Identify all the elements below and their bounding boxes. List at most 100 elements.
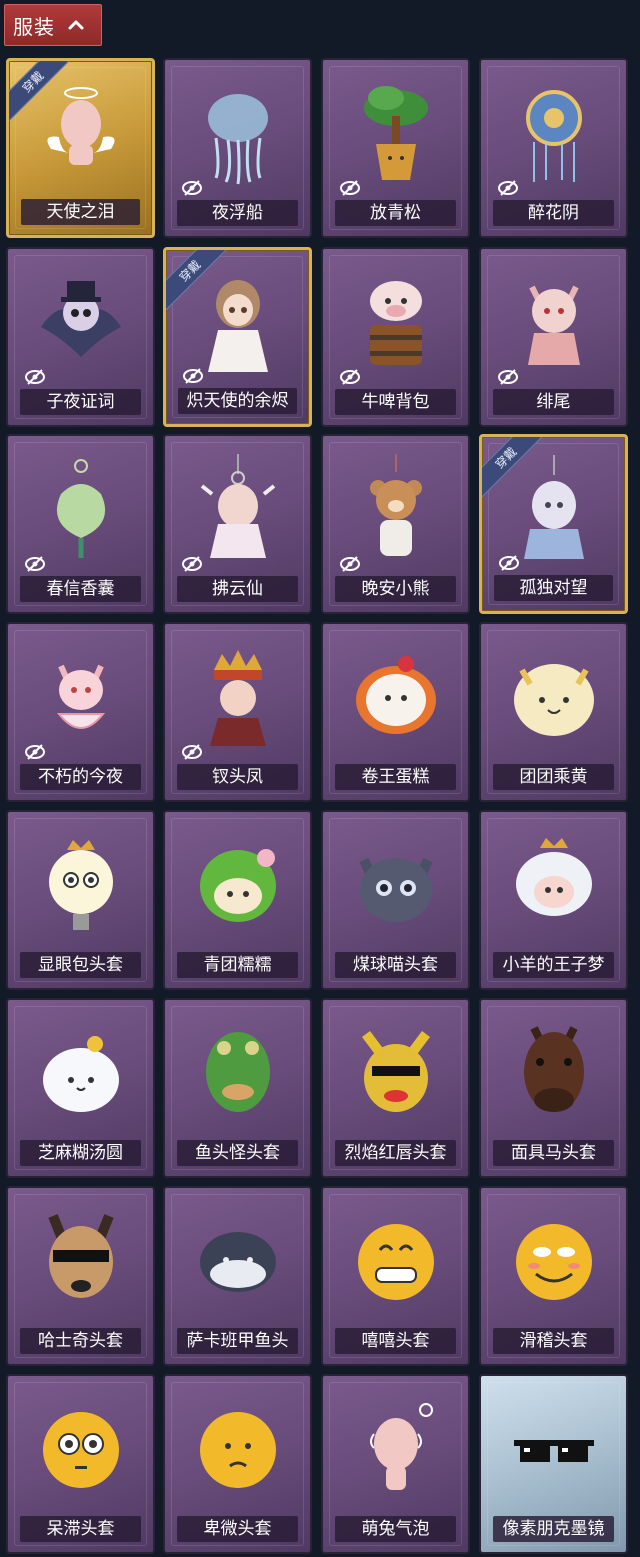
fox-icon xyxy=(527,285,580,365)
costume-card[interactable]: 穿戴天使之泪 xyxy=(6,58,155,238)
costume-card[interactable]: 萨卡班甲鱼头 xyxy=(163,1186,312,1366)
costume-name: 醉花阴 xyxy=(493,200,614,226)
costume-card[interactable]: 哈士奇头套 xyxy=(6,1186,155,1366)
costume-name: 青团糯糯 xyxy=(177,952,298,978)
eye-slash-icon[interactable] xyxy=(497,369,519,385)
costume-name: 呆滞头套 xyxy=(20,1516,141,1542)
eye-slash-icon[interactable] xyxy=(339,180,361,196)
costume-card[interactable]: 放青松 xyxy=(321,58,470,238)
dumpling-icon xyxy=(42,1036,119,1112)
costume-name: 孤独对望 xyxy=(494,575,613,601)
charm-icon xyxy=(200,454,275,558)
costume-card[interactable]: 滑稽头套 xyxy=(479,1186,628,1366)
yellowhead-icon xyxy=(513,664,594,736)
costume-card[interactable]: 牛啤背包 xyxy=(321,247,470,427)
costume-name: 拂云仙 xyxy=(177,576,298,602)
costume-name: 芝麻糊汤圆 xyxy=(20,1140,141,1166)
costume-name: 滑稽头套 xyxy=(493,1328,614,1354)
crown-icon xyxy=(209,650,266,746)
costume-name: 晚安小熊 xyxy=(335,576,456,602)
cake-icon xyxy=(355,656,436,734)
eye-slash-icon[interactable] xyxy=(181,556,203,572)
equipped-badge: 穿戴 xyxy=(166,250,230,314)
costume-card[interactable]: 像素朋克墨镜 xyxy=(479,1374,628,1554)
costume-name: 绯尾 xyxy=(493,389,614,415)
costume-card[interactable]: 青团糯糯 xyxy=(163,810,312,990)
costume-name: 天使之泪 xyxy=(21,199,140,225)
costume-name: 煤球喵头套 xyxy=(335,952,456,978)
costume-name: 团团乘黄 xyxy=(493,764,614,790)
costume-card[interactable]: 嘻嘻头套 xyxy=(321,1186,470,1366)
costume-card[interactable]: 呆滞头套 xyxy=(6,1374,155,1554)
costume-card[interactable]: 萌兔气泡 xyxy=(321,1374,470,1554)
dog-icon xyxy=(47,1214,114,1298)
eye-slash-icon[interactable] xyxy=(339,369,361,385)
blackfish-icon xyxy=(199,1232,276,1292)
cow-icon xyxy=(369,281,422,365)
grin-icon xyxy=(357,1224,434,1300)
costume-name: 不朽的今夜 xyxy=(20,764,141,790)
costume-card[interactable]: 醉花阴 xyxy=(479,58,628,238)
eye-slash-icon[interactable] xyxy=(498,555,520,571)
costume-card[interactable]: 团团乘黄 xyxy=(479,622,628,802)
jellyfish-icon xyxy=(207,94,268,185)
costume-card[interactable]: 绯尾 xyxy=(479,247,628,427)
costume-name: 炽天使的余烬 xyxy=(178,388,297,414)
eye-slash-icon[interactable] xyxy=(24,556,46,572)
glasses-icon xyxy=(513,1440,594,1462)
costume-card[interactable]: 烈焰红唇头套 xyxy=(321,998,470,1178)
costume-card[interactable]: 面具马头套 xyxy=(479,998,628,1178)
costume-card[interactable]: 芝麻糊汤圆 xyxy=(6,998,155,1178)
eye-slash-icon[interactable] xyxy=(339,556,361,572)
costume-name: 萌兔气泡 xyxy=(335,1516,456,1542)
stare-icon xyxy=(42,1412,119,1488)
costume-name: 哈士奇头套 xyxy=(20,1328,141,1354)
fish-icon xyxy=(205,1032,270,1112)
costume-card[interactable]: 鱼头怪头套 xyxy=(163,998,312,1178)
bulb-icon xyxy=(48,840,113,930)
costume-card[interactable]: 夜浮船 xyxy=(163,58,312,238)
costume-card[interactable]: 穿戴炽天使的余烬 xyxy=(163,247,312,427)
costume-card[interactable]: 子夜证词 xyxy=(6,247,155,427)
costume-card[interactable]: 煤球喵头套 xyxy=(321,810,470,990)
costume-card[interactable]: 钗头凤 xyxy=(163,622,312,802)
costume-name: 子夜证词 xyxy=(20,389,141,415)
costume-name: 卑微头套 xyxy=(177,1516,298,1542)
eye-slash-icon[interactable] xyxy=(181,744,203,760)
costume-name: 夜浮船 xyxy=(177,200,298,226)
eye-slash-icon[interactable] xyxy=(24,369,46,385)
costume-card[interactable]: 穿戴孤独对望 xyxy=(479,434,628,614)
pinkfox-icon xyxy=(56,664,105,729)
pouch-icon xyxy=(56,459,105,558)
costume-card[interactable]: 卷王蛋糕 xyxy=(321,622,470,802)
equipped-badge: 穿戴 xyxy=(9,61,73,125)
costume-card[interactable]: 晚安小熊 xyxy=(321,434,470,614)
pikachu-icon xyxy=(361,1031,430,1112)
humble-icon xyxy=(199,1412,276,1488)
costume-card[interactable]: 显眼包头套 xyxy=(6,810,155,990)
tree-icon xyxy=(363,86,428,180)
costume-name: 嘻嘻头套 xyxy=(335,1328,456,1354)
bear-icon xyxy=(369,454,422,556)
eye-slash-icon[interactable] xyxy=(24,744,46,760)
equipped-badge-label: 穿戴 xyxy=(166,250,230,312)
eye-slash-icon[interactable] xyxy=(182,368,204,384)
costume-name: 烈焰红唇头套 xyxy=(335,1140,456,1166)
sheep-icon xyxy=(515,838,592,916)
costume-name: 面具马头套 xyxy=(493,1140,614,1166)
costume-card[interactable]: 拂云仙 xyxy=(163,434,312,614)
category-header-button[interactable]: 服装 xyxy=(4,4,102,46)
costume-card[interactable]: 小羊的王子梦 xyxy=(479,810,628,990)
eye-slash-icon[interactable] xyxy=(181,180,203,196)
costume-card[interactable]: 不朽的今夜 xyxy=(6,622,155,802)
costume-name: 显眼包头套 xyxy=(20,952,141,978)
costume-name: 萨卡班甲鱼头 xyxy=(177,1328,298,1354)
crow-icon xyxy=(40,281,121,357)
costume-card[interactable]: 春信香囊 xyxy=(6,434,155,614)
greenhead-icon xyxy=(199,849,276,922)
equipped-badge-label: 穿戴 xyxy=(482,437,546,499)
costume-name: 鱼头怪头套 xyxy=(177,1140,298,1166)
costume-card[interactable]: 卑微头套 xyxy=(163,1374,312,1554)
eye-slash-icon[interactable] xyxy=(497,180,519,196)
chevron-up-icon xyxy=(68,20,84,30)
